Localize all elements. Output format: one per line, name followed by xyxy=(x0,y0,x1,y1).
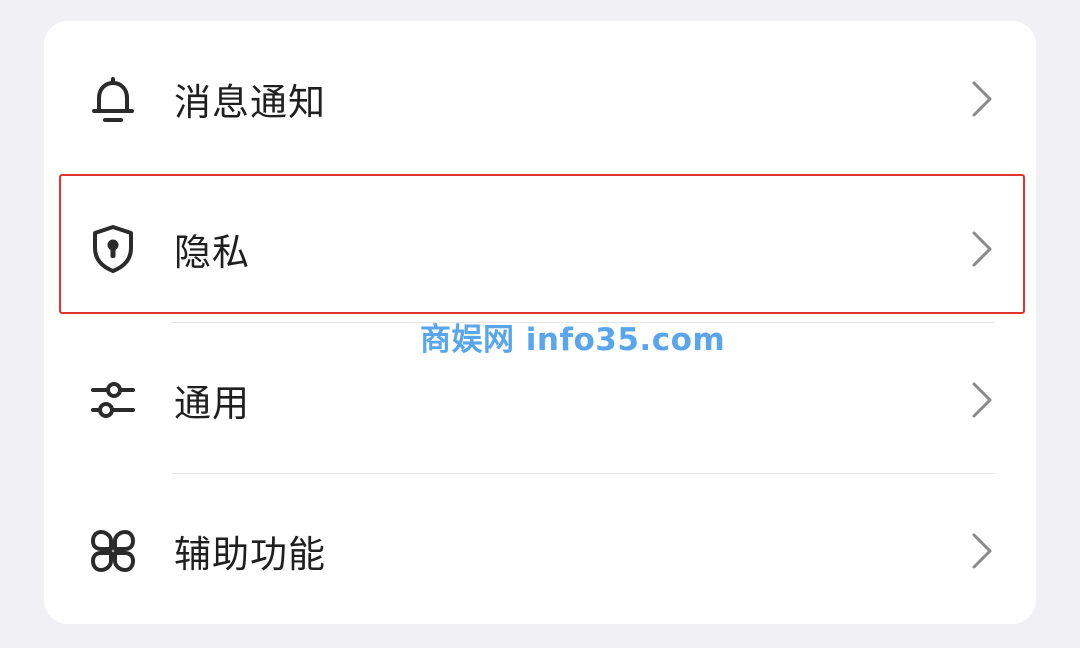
settings-item-accessibility[interactable]: 辅助功能 xyxy=(44,476,1036,626)
chevron-right-icon xyxy=(972,533,992,569)
settings-item-label: 隐私 xyxy=(174,231,250,274)
sliders-icon xyxy=(90,377,136,423)
chevron-right-icon xyxy=(972,231,992,267)
settings-item-label: 消息通知 xyxy=(174,81,326,124)
chevron-right-icon xyxy=(972,81,992,117)
watermark: 商娱网 info35.com xyxy=(420,322,726,358)
shield-lock-icon xyxy=(90,225,136,273)
settings-item-notifications[interactable]: 消息通知 xyxy=(44,24,1036,174)
settings-item-label: 通用 xyxy=(174,382,250,425)
settings-item-privacy[interactable]: 隐私 xyxy=(44,174,1036,324)
chevron-right-icon xyxy=(972,382,992,418)
divider xyxy=(172,473,994,474)
bell-icon xyxy=(90,76,136,122)
settings-item-label: 辅助功能 xyxy=(174,533,326,576)
accessibility-icon xyxy=(90,528,136,574)
